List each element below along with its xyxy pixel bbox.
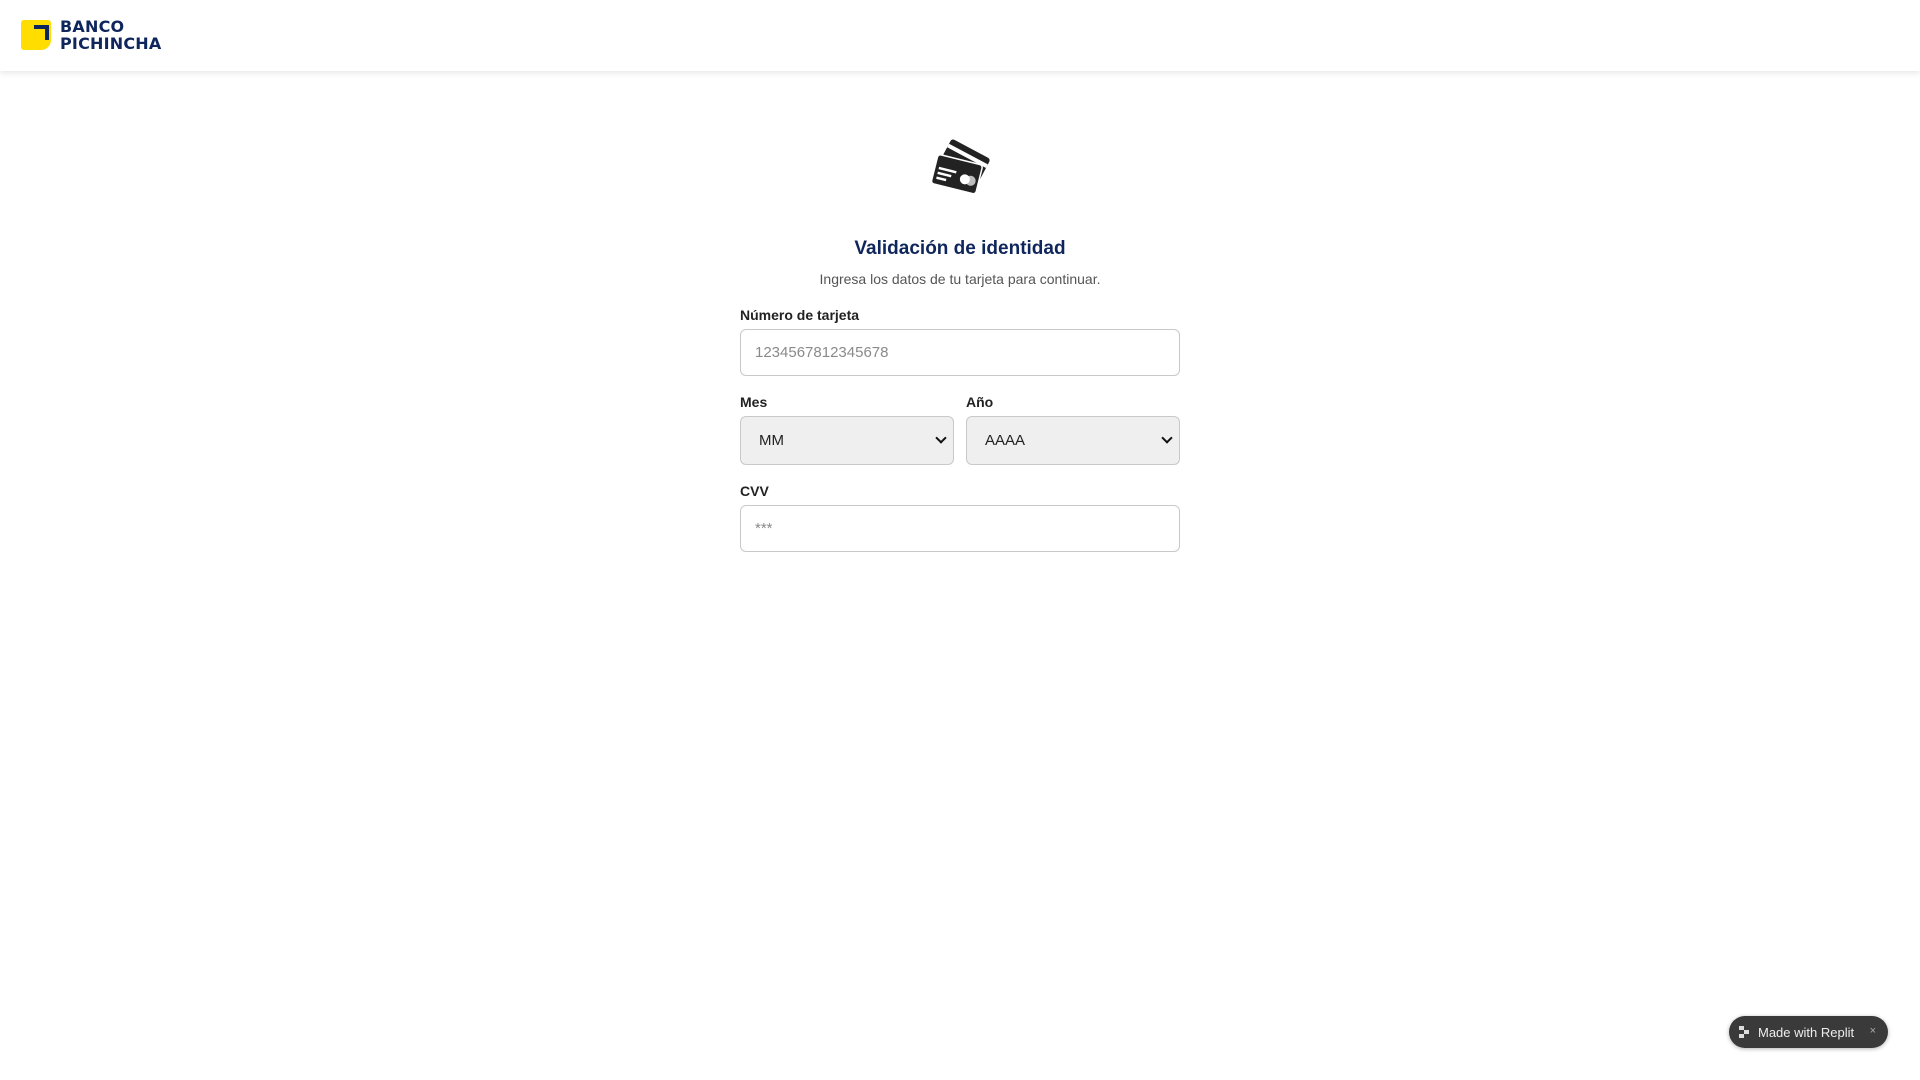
page-title: Validación de identidad [854,238,1066,259]
card-number-label: Número de tarjeta [740,307,860,323]
cvv-input[interactable] [740,505,1180,552]
year-select-value: AAAA [985,432,1026,449]
year-label: Año [966,394,994,410]
month-select-value: MM [759,432,784,449]
year-select[interactable]: AAAA [966,416,1180,465]
card-number-input[interactable] [740,329,1180,376]
chevron-down-icon [935,432,947,444]
replit-icon [1739,1026,1751,1038]
chevron-down-icon [1161,432,1173,444]
logo-line-2: PICHINCHA [60,34,162,53]
close-icon[interactable]: × [1870,1025,1876,1037]
logo-mark-icon [21,20,51,50]
credit-cards-icon [930,139,990,195]
cvv-label: CVV [740,483,769,499]
top-header: BANCO PICHINCHA [0,0,1920,71]
made-with-replit-badge[interactable]: Made with Replit × [1729,1016,1888,1048]
page-subtitle: Ingresa los datos de tu tarjeta para con… [819,271,1101,287]
logo-line-1: BANCO [60,17,125,36]
banco-pichincha-logo[interactable]: BANCO PICHINCHA [21,18,161,52]
month-label: Mes [740,394,768,410]
month-select[interactable]: MM [740,416,954,465]
replit-badge-label: Made with Replit [1758,1024,1855,1040]
